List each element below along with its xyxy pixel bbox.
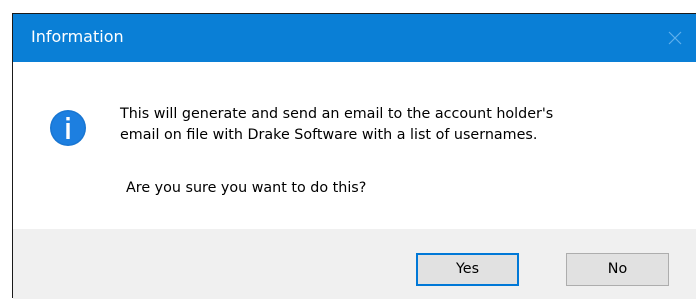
message-line-1: This will generate and send an email to …	[120, 106, 554, 122]
button-bar: Yes No	[13, 229, 696, 299]
close-button[interactable]	[653, 14, 696, 62]
dialog-message: This will generate and send an email to …	[120, 104, 553, 146]
information-dialog: Information This will generate and send …	[12, 13, 696, 299]
no-button[interactable]: No	[566, 253, 669, 286]
dialog-title: Information	[31, 27, 124, 46]
dialog-content: This will generate and send an email to …	[13, 62, 696, 229]
yes-button[interactable]: Yes	[416, 253, 519, 286]
close-icon	[668, 31, 682, 45]
title-bar[interactable]: Information	[13, 14, 696, 62]
dialog-question: Are you sure you want to do this?	[126, 180, 367, 196]
message-line-2: email on file with Drake Software with a…	[120, 127, 538, 143]
info-icon	[50, 110, 86, 146]
